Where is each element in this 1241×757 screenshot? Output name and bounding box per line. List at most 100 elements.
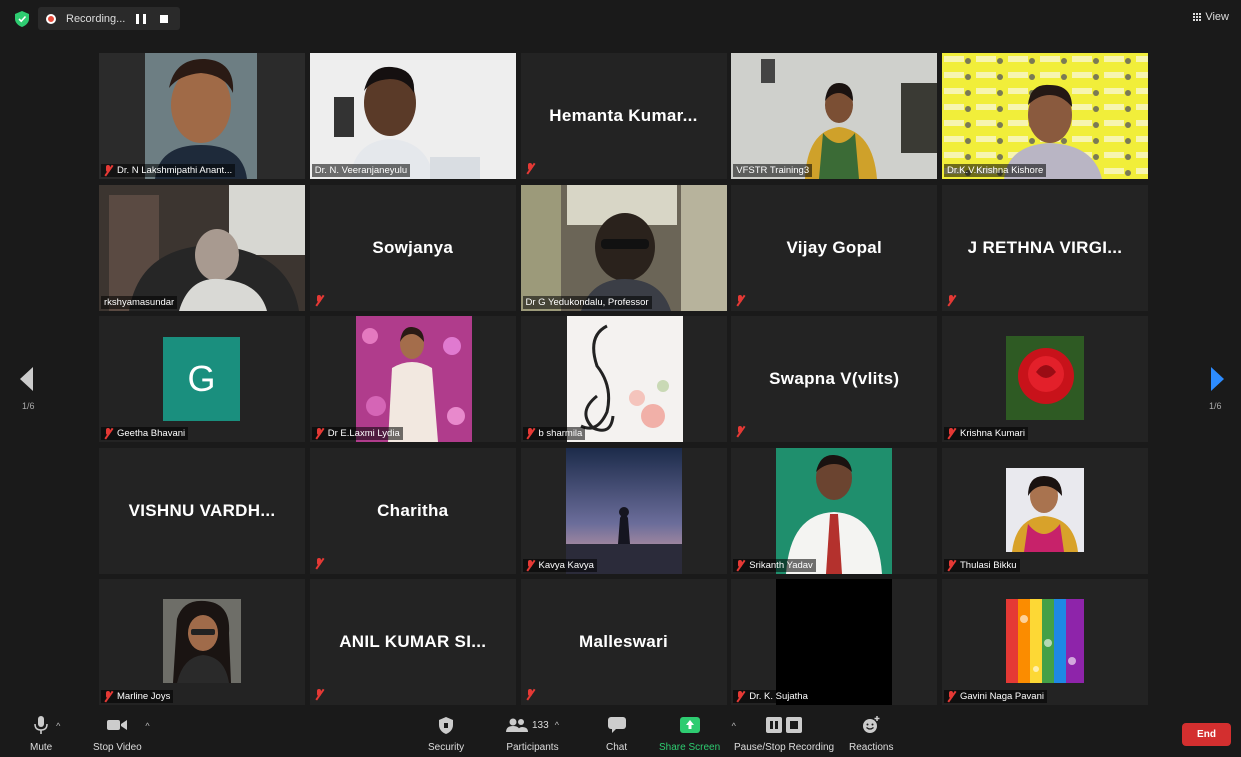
muted-mic-icon [947,691,956,702]
participant-name-label: Dr G Yedukondalu, Professor [522,295,652,309]
participant-tile[interactable]: Dr. N. Veeranjaneyulu [309,53,516,179]
participant-tile[interactable]: ANIL KUMAR SI... [309,579,516,705]
chat-bubble-icon [607,717,626,733]
participant-tile[interactable]: Sowjanya [309,184,516,311]
chevron-up-icon[interactable]: ^ [56,721,60,731]
participant-avatar-photo [1006,467,1084,552]
participant-name-label: b sharmila [522,427,586,440]
participant-tile[interactable]: Dr. K. Sujatha [731,579,938,705]
muted-mic-icon [736,294,745,306]
participant-tile[interactable]: G Geetha Bhavani [99,316,305,442]
participant-display-name: J RETHNA VIRGI... [967,237,1123,257]
microphone-icon [34,716,48,734]
muted-mic-icon [315,557,324,569]
reactions-label: Reactions [849,742,894,753]
participant-display-name: ANIL KUMAR SI... [339,632,487,651]
chevron-up-icon[interactable]: ^ [145,721,149,731]
stop-recording-icon[interactable] [160,14,168,23]
view-button[interactable]: View [1192,11,1229,23]
participant-tile[interactable]: J RETHNA VIRGI... [942,184,1148,311]
participant-tile[interactable]: Dr G Yedukondalu, Professor [520,184,727,311]
participant-avatar-photo [355,316,472,442]
participant-name-label: Krishna Kumari [944,427,1028,440]
participant-tile[interactable]: Dr E.Laxmi Lydia [309,316,516,442]
participant-tile[interactable]: Charitha [309,447,516,574]
participant-name-label: VFSTR Training3 [733,164,813,177]
pause-recording-icon[interactable] [136,13,146,24]
participant-name-label: Dr. K. Sujatha [733,690,811,703]
participant-tile[interactable]: Swapna V(vlits) [731,316,938,442]
previous-page-arrow-icon[interactable] [20,367,33,391]
video-camera-icon [107,720,128,730]
pause-stop-recording-icon [766,717,803,733]
participant-tile[interactable]: Gavini Naga Pavani [942,579,1148,705]
active-speaker-tile[interactable]: Dr.K.V.Krishna Kishore [942,53,1148,179]
participant-tile[interactable]: Dr. N Lakshmipathi Anant... [99,53,305,179]
mute-button[interactable]: ^ Mute [30,715,60,753]
participant-tile[interactable]: VISHNU VARDH... [99,447,305,574]
reactions-smiley-icon [863,716,880,733]
participant-avatar-photo [566,316,683,442]
participant-name-label: Geetha Bhavani [101,427,189,440]
participant-name-label: Gavini Naga Pavani [944,690,1047,703]
muted-mic-icon [526,559,535,571]
pause-stop-recording-button[interactable]: Pause/Stop Recording [734,715,834,753]
participant-tile[interactable]: Marline Joys [99,579,305,705]
participants-button[interactable]: 133 ^ Participants [506,715,559,753]
participant-video [145,53,257,179]
muted-mic-icon [315,689,324,700]
participant-tile[interactable]: Hemanta Kumar... [520,53,727,179]
participant-avatar-photo [565,447,682,574]
participant-tile[interactable]: Krishna Kumari [942,316,1148,442]
participant-name-label: Kavya Kavya [522,558,597,572]
participant-tile[interactable]: Kavya Kavya [520,447,727,574]
participants-count: 133 [532,719,549,731]
share-screen-label: Share Screen [659,742,721,753]
participant-name-label: Dr. N Lakshmipathi Anant... [101,164,236,177]
share-screen-button[interactable]: ^ Share Screen [659,715,736,753]
participant-tile[interactable]: Srikanth Yadav [731,447,938,574]
recording-indicator: Recording... [38,7,180,30]
stop-video-label: Stop Video [93,742,142,753]
encryption-shield-icon[interactable] [15,11,29,27]
muted-mic-icon [104,165,113,176]
end-meeting-button[interactable]: End [1182,723,1231,746]
participant-tile[interactable]: Thulasi Bikku [942,447,1148,574]
participant-video [942,53,1148,179]
meeting-controls-bar: ^ Mute ^ Stop Video Security 133 ^ Parti… [0,709,1241,757]
participant-name-label: rkshyamasundar [101,295,178,309]
participant-tile[interactable]: Vijay Gopal [731,184,938,311]
muted-mic-icon [947,559,956,571]
participant-tile[interactable]: VFSTR Training3 [731,53,938,179]
chevron-up-icon[interactable]: ^ [555,720,559,730]
chat-button[interactable]: Chat [606,715,627,753]
muted-mic-icon [315,428,324,439]
participant-avatar-photo [163,599,241,683]
stop-video-button[interactable]: ^ Stop Video [93,715,150,753]
participant-display-name: Swapna V(vlits) [769,369,900,388]
participant-display-name: Vijay Gopal [786,237,883,257]
muted-mic-icon [104,428,113,439]
participant-tile[interactable]: rkshyamasundar [99,184,305,311]
muted-mic-icon [526,428,535,439]
participant-video [731,53,938,179]
participant-tile[interactable]: Malleswari [520,579,727,705]
muted-mic-icon [104,691,113,702]
muted-mic-icon [526,163,535,174]
participant-display-name: Malleswari [579,632,668,651]
page-indicator-right: 1/6 [1209,401,1222,411]
participant-tile[interactable]: b sharmila [520,316,727,442]
chat-label: Chat [606,742,628,753]
next-page-arrow-icon[interactable] [1211,367,1224,391]
muted-mic-icon [947,294,956,306]
reactions-button[interactable]: Reactions [849,715,893,753]
participant-display-name: VISHNU VARDH... [128,500,276,520]
security-button[interactable]: Security [428,715,464,753]
muted-mic-icon [526,689,535,700]
participant-avatar: G [163,337,240,421]
participant-name-label: Dr E.Laxmi Lydia [311,427,403,440]
security-label: Security [428,742,465,753]
participant-name-label: Marline Joys [101,690,174,703]
gallery-view-grid: Dr. N Lakshmipathi Anant... Dr. N. Veera… [99,53,1148,705]
record-dot-icon [46,13,56,24]
